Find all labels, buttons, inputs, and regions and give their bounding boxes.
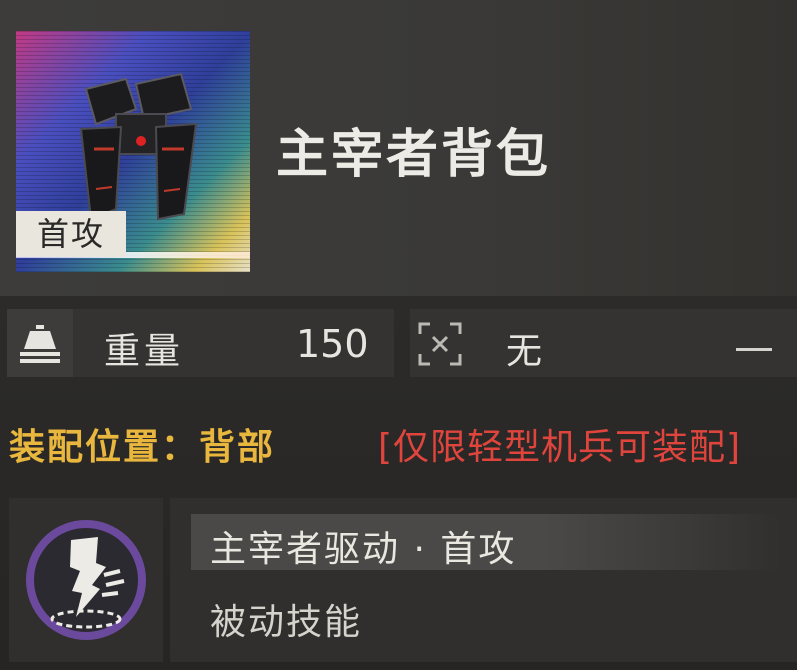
item-tag-badge: 首攻 (16, 211, 126, 257)
item-name: 主宰者背包 (276, 125, 552, 185)
skill-description: 被动技能 (210, 602, 363, 643)
skill-title: 主宰者驱动 · 首攻 (210, 529, 517, 570)
slot-stat (410, 309, 797, 377)
slot-label: 无 (506, 331, 547, 372)
equip-restriction: [仅限轻型机兵可装配] (378, 427, 742, 468)
skill-emblem-icon (26, 520, 146, 640)
weight-value: 150 (296, 322, 369, 366)
slot-value-dash: — (736, 348, 772, 351)
close-frame-icon (418, 322, 462, 366)
slot-icon-box (416, 320, 466, 370)
weight-label: 重量 (104, 331, 185, 372)
skill-icon-box (9, 498, 163, 662)
weight-icon-box (7, 309, 73, 377)
weight-icon (20, 325, 60, 363)
equip-position: 装配位置：背部 (9, 427, 276, 468)
